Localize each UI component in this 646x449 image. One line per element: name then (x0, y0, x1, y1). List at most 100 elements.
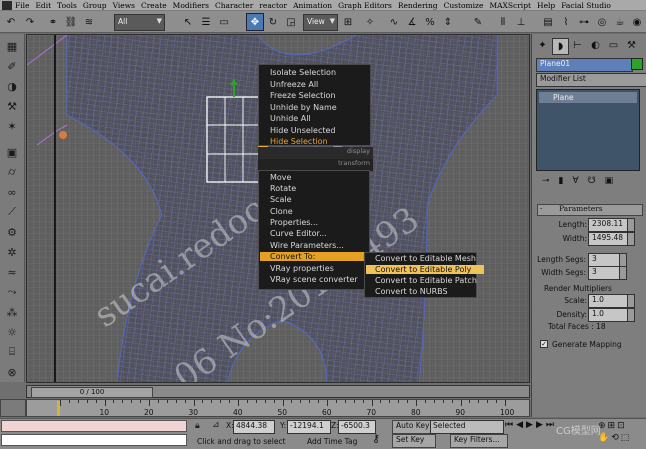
rectangular-selection-icon[interactable]: ▭ (216, 14, 232, 30)
next-frame-icon[interactable]: ▶ (536, 420, 546, 430)
menu-item-convert-editable-patch[interactable]: Convert to Editable Patch (366, 276, 484, 285)
sphere-icon[interactable]: ◑ (4, 78, 20, 94)
spray-icon[interactable]: ⁂ (4, 304, 20, 320)
maxscript-listener-pink[interactable] (1, 420, 187, 432)
menu-item-scale[interactable]: Scale (270, 195, 292, 204)
motion-tab-icon[interactable]: ◐ (588, 38, 603, 53)
material-editor-icon[interactable]: ◎ (594, 14, 610, 30)
density-spinner[interactable] (627, 308, 635, 322)
key-icon[interactable]: ⚷ (372, 432, 392, 446)
menu-edit[interactable]: Edit (35, 1, 51, 10)
curve-editor-icon[interactable]: ⌇ (558, 14, 574, 30)
menu-item-properties[interactable]: Properties... (270, 218, 318, 227)
width-spinner[interactable] (627, 232, 635, 246)
play-icon[interactable]: ▶ (526, 420, 536, 430)
menu-modifiers[interactable]: Modifiers (173, 1, 209, 10)
key-filters-button[interactable]: Key Filters... (450, 434, 508, 448)
layer-manager-icon[interactable]: ▤ (540, 14, 556, 30)
select-link-icon[interactable]: ⚭ (45, 14, 61, 30)
angle-snap-icon[interactable]: ∡ (404, 14, 420, 30)
time-slider-thumb[interactable]: 0 / 100 (31, 387, 153, 398)
menu-group[interactable]: Group (83, 1, 107, 10)
menu-item-convert-editable-poly[interactable]: Convert to Editable Poly (366, 265, 484, 274)
x-coordinate-field[interactable]: 4844.38 (233, 420, 275, 434)
mirror-icon[interactable]: ⫴ (495, 14, 511, 30)
menu-item-convert-nurbs[interactable]: Convert to NURBS (366, 287, 484, 296)
menu-item-vray-scene-converter[interactable]: VRay scene converter (270, 275, 358, 284)
menu-item-hide-unselected[interactable]: Hide Unselected (270, 126, 335, 135)
select-object-icon[interactable]: ↖ (180, 14, 196, 30)
select-and-move-icon[interactable]: ✥ (246, 13, 264, 31)
menu-facial-studio[interactable]: Facial Studio (561, 1, 611, 10)
y-coordinate-field[interactable]: -12194.1 (287, 420, 331, 434)
length-spinner[interactable] (627, 218, 635, 232)
cylinder-icon[interactable]: ⌭ (4, 164, 20, 180)
object-name-field[interactable]: Plane01 (536, 58, 633, 72)
menu-customize[interactable]: Customize (444, 1, 484, 10)
menu-item-curve-editor[interactable]: Curve Editor... (270, 229, 327, 238)
configure-sets-icon[interactable]: ▣ (605, 176, 623, 186)
stack-item-plane[interactable]: Plane (539, 92, 637, 103)
make-unique-icon[interactable]: ∀ (573, 176, 588, 186)
parameters-rollout[interactable]: - Parameters (537, 204, 643, 216)
lock-icon[interactable]: 🔒︎ (195, 421, 207, 432)
percent-snap-icon[interactable]: % (422, 14, 438, 30)
quick-render-icon[interactable]: ◉ (629, 14, 645, 30)
add-time-tag[interactable]: Add Time Tag (307, 437, 357, 446)
maxscript-listener-white[interactable] (1, 434, 187, 446)
menu-tools[interactable]: Tools (57, 1, 77, 10)
named-selection-icon[interactable]: ✎ (470, 14, 486, 30)
menu-animation[interactable]: Animation (293, 1, 332, 10)
menu-item-convert-editable-mesh[interactable]: Convert to Editable Mesh (366, 254, 484, 263)
use-pivot-center-icon[interactable]: ⊞ (340, 14, 356, 30)
zoom-extents-icon[interactable]: ⊡ (617, 421, 627, 431)
modify-tab-icon[interactable]: ◗ (552, 38, 569, 55)
goto-start-icon[interactable]: ⏮ (505, 420, 516, 430)
length-segs-spinner[interactable] (619, 253, 627, 267)
redo-icon[interactable]: ↷ (22, 14, 38, 30)
modifier-list-dropdown[interactable]: Modifier List (536, 73, 646, 87)
menu-item-unhide-all[interactable]: Unhide All (270, 114, 311, 123)
render-scene-icon[interactable]: ☕ (612, 14, 628, 30)
selection-filter-dropdown[interactable]: All ▼ (114, 14, 165, 31)
menu-views[interactable]: Views (113, 1, 135, 10)
selected-dropdown[interactable]: Selected (430, 420, 504, 434)
length-segs-field[interactable]: 3 (588, 253, 623, 267)
select-by-name-icon[interactable]: ☰ (198, 14, 214, 30)
prev-frame-icon[interactable]: ◀ (516, 420, 526, 430)
width-field[interactable]: 1495.48 (588, 232, 631, 246)
scale-field[interactable]: 1.0 (588, 294, 631, 308)
flow-icon[interactable]: ⤳ (4, 284, 20, 300)
zoom-all-icon[interactable]: ⊞ (608, 421, 618, 431)
object-color-swatch[interactable] (631, 58, 643, 70)
menu-create[interactable]: Create (141, 1, 167, 10)
scale-spinner[interactable] (627, 294, 635, 308)
bone-icon[interactable]: ⟋ (4, 204, 20, 220)
modifier-stack[interactable]: Plane (536, 89, 640, 171)
generate-mapping-checkbox[interactable]: ✓ (540, 340, 548, 348)
menu-item-hide-selection[interactable]: Hide Selection (270, 137, 328, 146)
create-tab-icon[interactable]: ✦ (535, 38, 550, 53)
star-icon[interactable]: ✶ (4, 118, 20, 134)
box-icon[interactable]: ▣ (4, 144, 20, 160)
hierarchy-tab-icon[interactable]: ⊢ (570, 38, 585, 53)
track-bar-menu-icon[interactable] (0, 399, 26, 417)
set-key-button[interactable]: Set Key (392, 434, 436, 448)
select-and-rotate-icon[interactable]: ↻ (265, 14, 281, 30)
remove-modifier-icon[interactable]: ☋ (588, 176, 605, 186)
density-field[interactable]: 1.0 (588, 308, 631, 322)
unlink-icon[interactable]: ⛓ (63, 14, 79, 30)
pin-stack-icon[interactable]: ⊸ (542, 176, 559, 186)
snaps-toggle-icon[interactable]: ∿ (386, 14, 402, 30)
wave-icon[interactable]: ≈ (4, 264, 20, 280)
tools-icon[interactable]: ⚒ (4, 98, 20, 114)
fluid-icon[interactable]: ☼ (4, 324, 20, 340)
align-icon[interactable]: ⊥ (513, 14, 529, 30)
z-coordinate-field[interactable]: -6500.3 (338, 420, 376, 434)
menu-item-isolate-selection[interactable]: Isolate Selection (270, 68, 336, 77)
paint-icon[interactable]: ✐ (4, 58, 20, 74)
reference-coordinate-dropdown[interactable]: View ▼ (303, 14, 338, 31)
maximize-icon[interactable]: ⬚ (621, 433, 632, 443)
orbit-icon[interactable]: ⟲ (611, 433, 621, 443)
undo-icon[interactable]: ↶ (3, 14, 19, 30)
